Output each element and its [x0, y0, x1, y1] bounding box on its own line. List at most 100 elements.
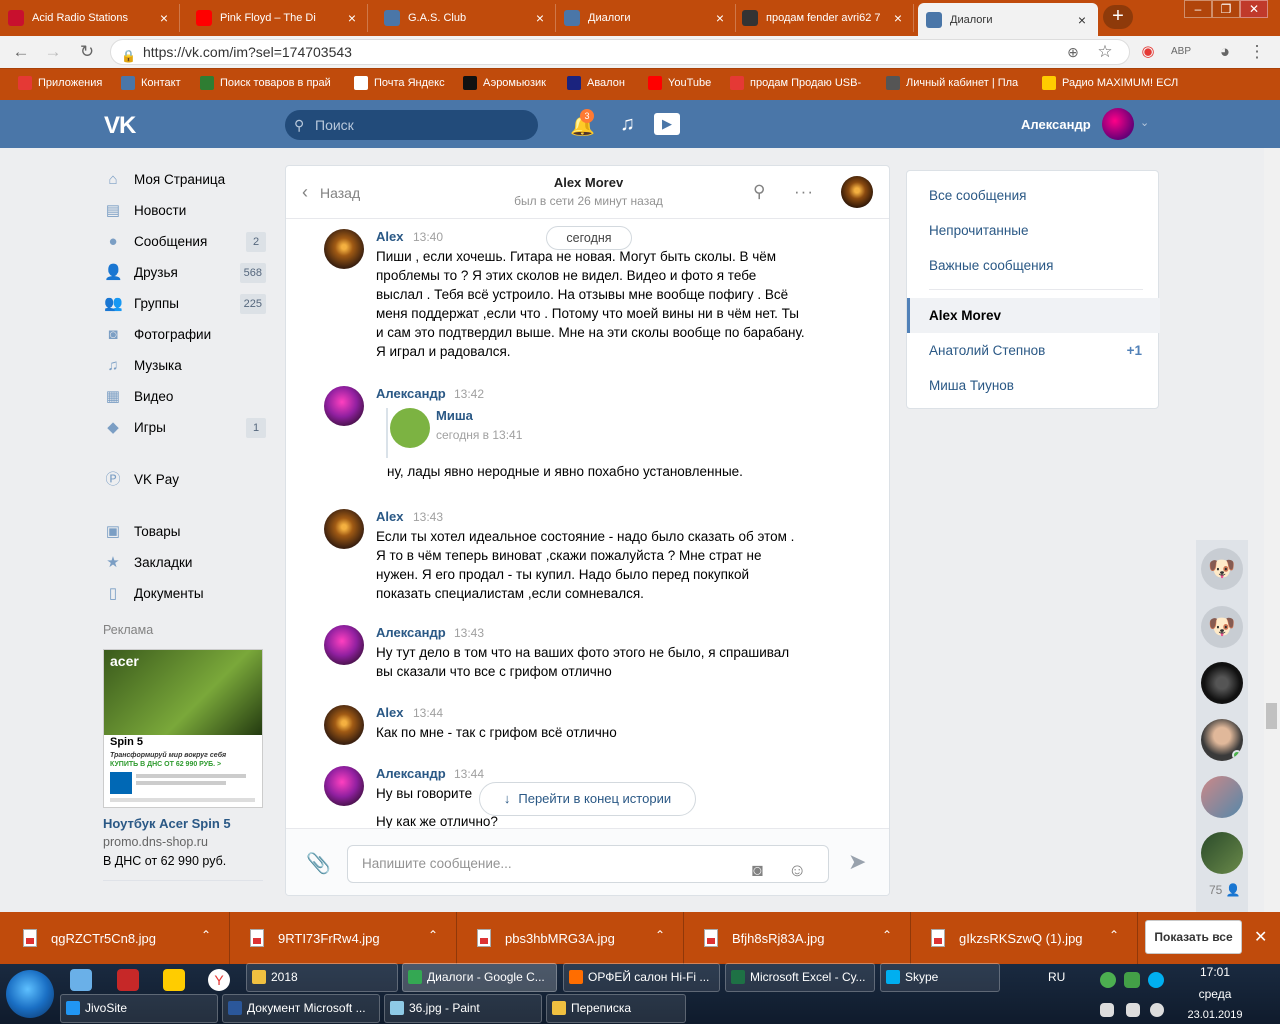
paperclip-icon[interactable]: 📎 — [306, 851, 331, 876]
chevron-up-icon[interactable]: ⌃ — [882, 928, 892, 942]
profile-icon[interactable]: ◕ — [1214, 42, 1236, 64]
chevron-up-icon[interactable]: ⌃ — [428, 928, 438, 942]
message-author[interactable]: Александр — [376, 625, 446, 640]
browser-tab[interactable]: Диалоги × — [918, 3, 1098, 36]
download-item[interactable]: 9RTI73FrRw4.jpg ⌃ — [230, 912, 457, 964]
bookmark-item[interactable]: Аэромьюзик — [463, 76, 546, 90]
message-time[interactable]: 13:42 — [454, 387, 484, 401]
close-tab-icon[interactable]: × — [1075, 12, 1089, 28]
bookmark-star-icon[interactable]: ☆ — [1094, 42, 1116, 64]
browser-menu-icon[interactable]: ⋮ — [1246, 42, 1268, 64]
sidebar-item[interactable]: 👤 Друзья 568 — [100, 257, 270, 288]
bookmark-item[interactable]: продам Продаю USB- — [730, 76, 861, 90]
sidebar-item[interactable]: ● Сообщения 2 — [100, 226, 270, 257]
ad-domain[interactable]: promo.dns-shop.ru — [103, 835, 208, 849]
sidebar-item[interactable]: Ⓟ VK Pay — [100, 464, 270, 495]
address-bar[interactable]: 🔒 https://vk.com/im?sel=174703543 — [110, 39, 1130, 65]
taskbar-button[interactable]: 2018 — [246, 963, 398, 992]
close-icon[interactable]: ✕ — [1254, 927, 1267, 947]
sidebar-item[interactable]: ⌂ Моя Страница — [100, 164, 270, 195]
download-item[interactable]: gIkzsRKSzwQ (1).jpg ⌃ — [911, 912, 1138, 964]
message-avatar[interactable] — [324, 509, 364, 549]
skype-tray-icon[interactable] — [1148, 972, 1164, 988]
browser-tab[interactable]: продам fender avri62 7 × — [734, 4, 914, 32]
message-time[interactable]: 13:43 — [454, 626, 484, 640]
message-author[interactable]: Alex — [376, 705, 403, 720]
message-avatar[interactable] — [324, 766, 364, 806]
bookmark-item[interactable]: YouTube — [648, 76, 711, 90]
ad-name-link[interactable]: Ноутбук Acer Spin 5 — [103, 816, 231, 831]
browser-tab[interactable]: G.A.S. Club × — [376, 4, 556, 32]
tray-icon[interactable] — [1124, 972, 1140, 988]
taskbar-button[interactable]: Переписка — [546, 994, 686, 1023]
sidebar-item[interactable]: 👥 Группы 225 — [100, 288, 270, 319]
chat-peer-avatar[interactable] — [841, 176, 873, 208]
bookmark-item[interactable]: Личный кабинет | Пла — [886, 76, 1018, 90]
quicklaunch-icon[interactable] — [117, 969, 139, 991]
more-options-icon[interactable]: ··· — [794, 182, 814, 202]
back-nav-icon[interactable]: ← — [10, 42, 32, 64]
bookmark-item[interactable]: Авалон — [567, 76, 625, 90]
message-author[interactable]: Александр — [376, 766, 446, 781]
zoom-icon[interactable]: ⊕ — [1062, 42, 1084, 64]
taskbar-button[interactable]: Документ Microsoft ... — [222, 994, 380, 1023]
tray-icon[interactable] — [1100, 972, 1116, 988]
emoji-icon[interactable]: ☺ — [788, 852, 806, 888]
browser-tab[interactable]: Pink Floyd – The Di × — [188, 4, 368, 32]
close-tab-icon[interactable]: × — [713, 10, 727, 26]
chat-bubble-avatar[interactable] — [1201, 662, 1243, 704]
network-icon[interactable] — [1100, 1003, 1114, 1017]
message-time[interactable]: 13:44 — [413, 706, 443, 720]
message-time[interactable]: 13:40 — [413, 230, 443, 244]
message-avatar[interactable] — [324, 229, 364, 269]
extension-abp-icon[interactable]: ABP — [1170, 42, 1192, 64]
page-scrollbar[interactable] — [1264, 148, 1280, 912]
start-button[interactable] — [6, 970, 54, 1018]
goto-end-button[interactable]: ↓ Перейти в конец истории — [479, 782, 696, 816]
chat-bubble-avatar[interactable] — [1201, 719, 1243, 761]
maximize-button[interactable]: ❐ — [1212, 0, 1240, 18]
browser-tab[interactable]: Диалоги × — [556, 4, 736, 32]
user-name[interactable]: Александр — [1021, 117, 1091, 132]
chevron-down-icon[interactable]: ⌄ — [1140, 116, 1149, 129]
message-avatar[interactable] — [324, 625, 364, 665]
camera-icon[interactable]: ◙ — [752, 852, 763, 888]
dialog-item[interactable]: Миша Тиунов — [907, 368, 1160, 403]
dialog-item[interactable]: Анатолий Степнов +1 — [907, 333, 1160, 368]
sidebar-item[interactable]: ▦ Видео — [100, 381, 270, 412]
filter-item[interactable]: Важные сообщения — [907, 248, 1160, 283]
user-avatar[interactable] — [1102, 108, 1134, 140]
chevron-up-icon[interactable]: ⌃ — [1109, 928, 1119, 942]
forward-nav-icon[interactable]: → — [42, 42, 64, 64]
taskbar-button[interactable]: JivoSite — [60, 994, 218, 1023]
browser-tab[interactable]: Acid Radio Stations × — [0, 4, 180, 32]
message-avatar[interactable] — [324, 705, 364, 745]
taskbar-button[interactable]: Microsoft Excel - Су... — [725, 963, 875, 992]
quicklaunch-icon[interactable] — [70, 969, 92, 991]
clock-time[interactable]: 17:01 — [1180, 965, 1250, 979]
bookmark-item[interactable]: Приложения — [18, 76, 102, 90]
close-tab-icon[interactable]: × — [157, 10, 171, 26]
sidebar-item[interactable]: ◆ Игры 1 — [100, 412, 270, 443]
bookmark-item[interactable]: Радио MAXIMUM! ЕСЛ — [1042, 76, 1178, 90]
reload-icon[interactable]: ↻ — [76, 42, 98, 64]
chevron-up-icon[interactable]: ⌃ — [655, 928, 665, 942]
new-tab-button[interactable]: + — [1103, 5, 1133, 29]
language-indicator[interactable]: RU — [1048, 970, 1065, 984]
download-item[interactable]: qgRZCTr5Cn8.jpg ⌃ — [3, 912, 230, 964]
bookmark-item[interactable]: Почта Яндекс — [354, 76, 445, 90]
close-tab-icon[interactable]: × — [345, 10, 359, 26]
message-avatar[interactable] — [324, 386, 364, 426]
volume-icon[interactable] — [1126, 1003, 1140, 1017]
message-time[interactable]: 13:44 — [454, 767, 484, 781]
message-author[interactable]: Александр — [376, 386, 446, 401]
filter-item[interactable]: Все сообщения — [907, 178, 1160, 213]
search-icon[interactable]: ⚲ — [753, 182, 765, 202]
music-icon[interactable]: ♫ — [620, 113, 635, 136]
quicklaunch-icon[interactable] — [163, 969, 185, 991]
taskbar-button[interactable]: ОРФЕЙ салон Hi-Fi ... — [563, 963, 720, 992]
filter-item[interactable]: Непрочитанные — [907, 213, 1160, 248]
message-author[interactable]: Alex — [376, 229, 403, 244]
sidebar-item[interactable]: ★ Закладки — [100, 547, 270, 578]
bookmark-item[interactable]: Контакт — [121, 76, 181, 90]
